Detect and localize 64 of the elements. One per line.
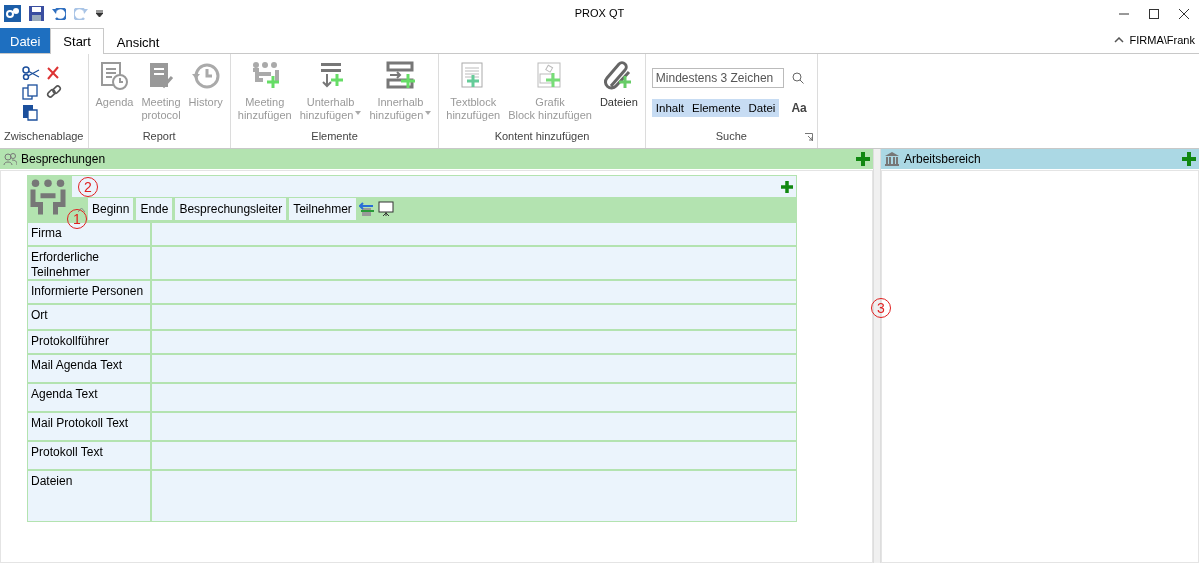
sort-icon[interactable] [78,206,85,212]
field-value[interactable] [152,355,796,382]
add-icon[interactable] [781,180,793,193]
dialog-launcher-icon[interactable] [804,133,813,141]
delete-icon[interactable] [46,66,60,80]
field-label: Agenda Text [28,384,150,411]
field-label: Protokoll Text [28,442,150,469]
field-label: Mail Protokoll Text [28,413,150,440]
ribbon-group-label: Suche [715,130,747,142]
ribbon-tab[interactable]: Ansicht [103,29,173,54]
undo-icon[interactable] [52,7,66,20]
column-header[interactable]: Ende [136,198,173,220]
scissors-icon[interactable] [22,66,40,80]
ribbon-group-label: Elemente [311,130,358,142]
field-label: Dateien [28,471,150,521]
field-value[interactable] [152,442,796,469]
field-value[interactable] [152,471,796,521]
ribbon-group-label: Zwischenablage [4,130,84,142]
copy-icon[interactable] [22,84,38,100]
search-field[interactable]: Mindestens 3 Zeichen [651,68,784,88]
add-icon[interactable] [856,152,870,166]
window-title: PROX QT [574,7,625,19]
collapse-ribbon-icon[interactable] [1113,37,1124,43]
app-logo-icon [4,5,21,22]
field-value[interactable] [152,413,796,440]
field-value[interactable] [152,247,796,279]
ribbon-tab[interactable]: Start [50,28,104,54]
user-name: FIRMA\Frank [1129,34,1195,46]
people-icon [3,152,17,166]
field-label: Protokollführer [28,331,150,353]
field-label: Erforderliche Teilnehmer [28,247,150,279]
field-value[interactable] [152,305,796,329]
add-inside-icon [384,60,417,92]
paste-icon[interactable] [22,104,38,121]
search-icon[interactable] [791,72,804,84]
ribbon-group-label: Report [142,130,176,142]
ribbon-group-label: Kontent hinzufügen [494,130,590,142]
presentation-icon[interactable] [377,201,394,217]
add-icon[interactable] [1182,152,1196,166]
calendar-clock-icon [98,60,131,92]
meeting-icon [28,177,68,217]
column-header[interactable]: Beginn [88,198,134,220]
field-label: Mail Agenda Text [28,355,150,382]
save-icon[interactable] [29,6,44,21]
panel-title: Arbeitsbereich [904,152,981,166]
close-icon[interactable] [1179,8,1189,19]
field-label: Informierte Personen [28,281,150,303]
file-tab[interactable]: Datei [0,28,51,53]
maximize-icon[interactable] [1149,8,1159,19]
field-value[interactable] [152,223,796,245]
link-icon[interactable] [46,84,62,100]
field-label: Ort [28,305,150,329]
field-value[interactable] [152,281,796,303]
column-header[interactable]: Teilnehmer [289,198,356,220]
panel-title: Besprechungen [21,152,106,166]
field-value[interactable] [152,384,796,411]
customize-dropdown-icon[interactable] [96,10,103,17]
column-header[interactable]: Besprechungsleiter [175,198,287,220]
match-case-button[interactable]: Aa [787,98,811,118]
field-value[interactable] [152,331,796,353]
ribbon-button[interactable]: Dateien [596,60,641,109]
field-label: Firma [28,223,150,245]
building-icon [884,152,900,166]
redo-icon[interactable] [74,7,88,20]
